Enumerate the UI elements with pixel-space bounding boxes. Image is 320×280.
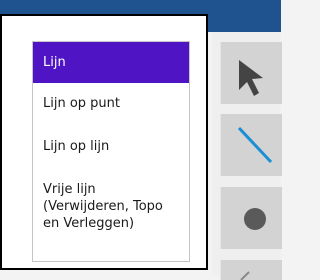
- point-tool-icon: [244, 208, 266, 230]
- arrow-pointer-icon: [239, 60, 263, 96]
- tool-strip: [212, 32, 282, 280]
- menu-item-lijn[interactable]: Lijn: [33, 42, 189, 83]
- line-tool-icon: [237, 126, 273, 164]
- line-type-popup: Lijn Lijn op punt Lijn op lijn Vrije lij…: [0, 14, 208, 270]
- line-type-menu: Lijn Lijn op punt Lijn op lijn Vrije lij…: [32, 41, 190, 262]
- point-tool-button[interactable]: [220, 187, 282, 249]
- partial-tool-button[interactable]: [220, 260, 282, 280]
- menu-item-lijn-op-punt[interactable]: Lijn op punt: [33, 95, 189, 112]
- partial-tool-icon: [240, 271, 250, 280]
- menu-item-lijn-op-lijn[interactable]: Lijn op lijn: [33, 138, 189, 155]
- menu-item-vrije-lijn[interactable]: Vrije lijn (Verwijderen, Topo en Verlegg…: [33, 181, 189, 232]
- line-tool-button[interactable]: [220, 114, 282, 176]
- select-tool-button[interactable]: [220, 42, 282, 104]
